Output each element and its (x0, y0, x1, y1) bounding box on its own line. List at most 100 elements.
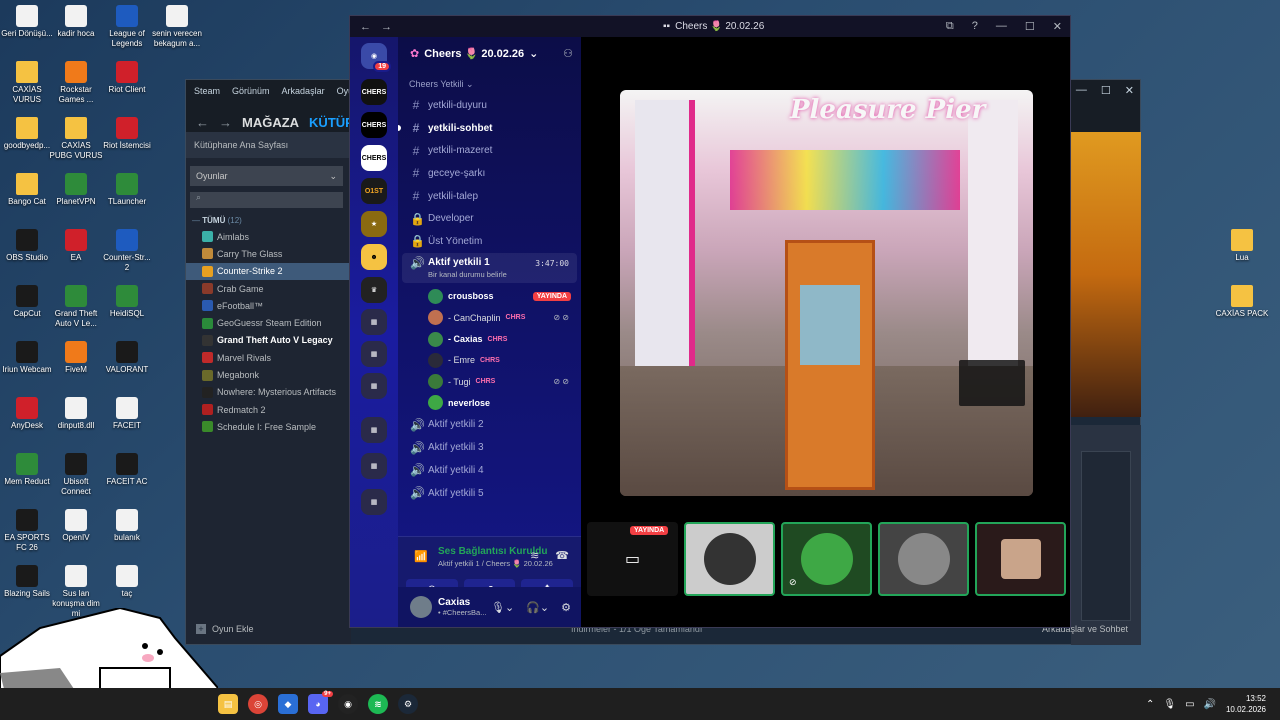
game-list-item[interactable]: Nowhere: Mysterious Artifacts (186, 384, 351, 401)
server-folder-4-icon[interactable]: ▦ (361, 417, 387, 443)
spotify-icon[interactable]: ≋ (368, 694, 388, 714)
server-folder-3-icon[interactable]: ▦ (361, 373, 387, 399)
desktop-icon[interactable]: FiveM (49, 341, 103, 375)
category-header[interactable]: Cheers Yetkili ⌄ (398, 69, 581, 94)
desktop-icon[interactable]: VALORANT (100, 341, 154, 375)
steam-icon[interactable]: ⚙ (398, 694, 418, 714)
chevron-up-icon[interactable]: ⌃ (1146, 699, 1154, 710)
desktop-icon[interactable]: Riot Client (100, 61, 154, 95)
desktop-icon[interactable]: goodbyedp... (0, 117, 54, 151)
steam-menu-steam[interactable]: Steam (194, 86, 220, 96)
voice-user[interactable]: - Emre CHRS (398, 350, 581, 371)
voice-user[interactable]: - CanChaplin CHRS ⊘ ⊘ (398, 307, 581, 328)
stream-video[interactable]: Pleasure Pier (620, 90, 1033, 496)
file-explorer-icon[interactable]: ▤ (218, 694, 238, 714)
desktop-icon[interactable]: AnyDesk (0, 397, 54, 431)
server-folder-5-icon[interactable]: ▦ (361, 453, 387, 479)
game-list-item[interactable]: Counter-Strike 2 (186, 262, 351, 280)
desktop-icon[interactable]: Ubisoft Connect (49, 453, 103, 497)
participant-tile-2[interactable]: ⊘ (781, 522, 872, 596)
noise-suppression-icon[interactable]: ≋ (530, 549, 539, 562)
library-search-input[interactable]: ⌕ (190, 192, 343, 208)
back-arrow-icon[interactable]: ← (360, 21, 371, 33)
server-cheers-3[interactable]: CHERS (361, 145, 387, 171)
voice-channel[interactable]: 🔊 Aktif yetkili 4 (398, 459, 581, 482)
voice-user[interactable]: - Tugi CHRS ⊘ ⊘ (398, 371, 581, 392)
voice-channel[interactable]: 🔊 Aktif yetkili 3 (398, 436, 581, 459)
clock[interactable]: 13:52 10.02.2026 (1226, 693, 1266, 715)
participant-tile-1[interactable] (684, 522, 775, 596)
voice-channel[interactable]: 🔊 Aktif yetkili 5 (398, 482, 581, 505)
minimize-icon[interactable]: — (1076, 84, 1087, 97)
participant-tile-3[interactable] (878, 522, 969, 596)
maximize-icon[interactable]: ☐ (1101, 84, 1111, 97)
app-cube-icon[interactable]: ◆ (278, 694, 298, 714)
minimize-icon[interactable]: — (996, 20, 1007, 33)
desktop-icon[interactable]: Mem Reduct (0, 453, 54, 487)
text-channel[interactable]: # geceye-şarkı (398, 162, 581, 185)
desktop-icon[interactable]: Geri Dönüşü... (0, 5, 54, 39)
server-folder-1-icon[interactable]: ▦ (361, 309, 387, 335)
desktop-icon[interactable]: CAXİAS PUBG VURUS (49, 117, 103, 161)
microphone-icon[interactable]: 🎙⌄ (491, 601, 514, 614)
desktop-icon[interactable]: OBS Studio (0, 229, 54, 263)
desktop-icon[interactable]: CAXİAS PACK (1215, 285, 1269, 319)
desktop-icon[interactable]: PlanetVPN (49, 173, 103, 207)
desktop-icon[interactable]: Bango Cat (0, 173, 54, 207)
voice-user[interactable]: neverlose (398, 392, 581, 413)
close-icon[interactable]: ✕ (1125, 84, 1134, 97)
game-list-item[interactable]: eFootball™ (186, 297, 351, 314)
game-list-item[interactable]: Megabonk (186, 366, 351, 383)
voice-channel[interactable]: 🔊 Aktif yetkili 2 (398, 414, 581, 437)
text-channel[interactable]: 🔒 Developer (398, 207, 581, 230)
desktop-icon[interactable]: League of Legends (100, 5, 154, 49)
forward-arrow-icon[interactable]: → (381, 21, 392, 33)
help-icon[interactable]: ? (972, 20, 978, 33)
server-folder-2-icon[interactable]: ▦ (361, 341, 387, 367)
server-header[interactable]: ✿ Cheers 🌷 20.02.26 ⌄ ⚇ (398, 37, 581, 69)
server-crown-icon[interactable]: ♛ (361, 277, 387, 303)
all-games-header[interactable]: — TÜMÜ (12) (186, 216, 351, 225)
desktop-icon[interactable]: EA SPORTS FC 26 (0, 509, 54, 553)
maximize-icon[interactable]: ☐ (1025, 20, 1035, 33)
avatar[interactable] (410, 596, 432, 618)
desktop-icon[interactable]: TLauncher (100, 173, 154, 207)
game-list-item[interactable]: Schedule I: Free Sample (186, 418, 351, 435)
desktop-icon[interactable]: EA (49, 229, 103, 263)
volume-icon[interactable]: 🔊 (1204, 699, 1216, 710)
game-list-item[interactable]: Marvel Rivals (186, 349, 351, 366)
screen-share-icon[interactable]: ⧉ (946, 20, 954, 33)
game-list-item[interactable]: GeoGuessr Steam Edition (186, 314, 351, 331)
game-list-item[interactable]: Crab Game (186, 280, 351, 297)
home-dm-icon[interactable]: ◉ 19 (361, 43, 391, 72)
text-channel[interactable]: # yetkili-talep (398, 185, 581, 208)
desktop-icon[interactable]: taç (100, 565, 154, 599)
close-icon[interactable]: ✕ (1053, 20, 1062, 33)
obs-icon[interactable]: ◉ (338, 694, 358, 714)
stream-preview-tile[interactable]: YAYINDA ▭ (587, 522, 678, 596)
discord-icon[interactable]: ◕ 9+ (308, 691, 333, 714)
desktop-icon[interactable]: Blazing Sails (0, 565, 54, 599)
microphone-icon[interactable]: 🎙 (1163, 699, 1176, 710)
headphones-icon[interactable]: 🎧⌄ (526, 601, 549, 614)
desktop-icon[interactable]: Grand Theft Auto V Le... (49, 285, 103, 329)
desktop-icon[interactable]: CapCut (0, 285, 54, 319)
channel-status[interactable]: Bir kanal durumu belirle (410, 270, 507, 279)
steam-menu-view[interactable]: Görünüm (232, 86, 270, 96)
desktop-icon[interactable]: senin verecen bekagum a... (150, 5, 204, 49)
text-channel[interactable]: # yetkili-duyuru (398, 94, 581, 117)
desktop-icon[interactable]: dinput8.dll (49, 397, 103, 431)
voice-channel-active[interactable]: 🔊 Aktif yetkili 1 3:47:00 Bir kanal duru… (402, 252, 577, 283)
gear-icon[interactable]: ⚙ (561, 601, 571, 614)
server-star-icon[interactable]: ★ (361, 211, 387, 237)
server-cheers-2[interactable]: CHERS (361, 112, 387, 138)
desktop-icon[interactable]: FACEIT (100, 397, 154, 431)
back-arrow-icon[interactable]: ← (196, 115, 209, 130)
desktop-icon[interactable]: HeidiSQL (100, 285, 154, 319)
server-jake-icon[interactable]: ☻ (361, 244, 387, 270)
desktop-icon[interactable]: Riot İstemcisi (100, 117, 154, 151)
game-list-item[interactable]: Carry The Glass (186, 245, 351, 262)
chrome-icon[interactable]: ◎ (248, 694, 268, 714)
server-o1st[interactable]: O1ST (361, 178, 387, 204)
desktop-icon[interactable]: Iriun Webcam (0, 341, 54, 375)
